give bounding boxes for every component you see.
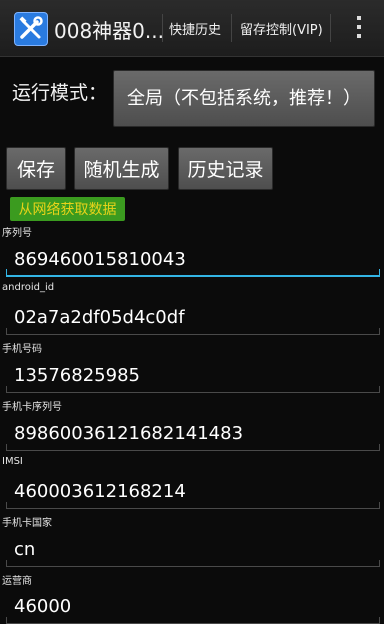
app-title: 008神器0... xyxy=(54,19,164,43)
operator-label: 运营商 xyxy=(2,576,32,587)
sim-country-label: 手机卡国家 xyxy=(2,518,52,529)
wrench-screwdriver-icon xyxy=(19,16,43,39)
quick-history-action[interactable]: 快捷历史 xyxy=(169,19,221,38)
imsi-input[interactable]: 460003612168214 xyxy=(6,475,380,509)
sim-country-input[interactable]: cn xyxy=(6,533,380,567)
run-mode-label: 运行模式： xyxy=(12,82,108,104)
imsi-value: 460003612168214 xyxy=(14,481,186,502)
run-mode-spinner[interactable]: 全局（不包括系统，推荐！） xyxy=(113,70,375,127)
phone-number-label: 手机号码 xyxy=(2,344,42,355)
history-button[interactable]: 历史记录 xyxy=(178,147,273,190)
action-bar: 008神器0... 快捷历史 留存控制(VIP) xyxy=(0,0,384,57)
retention-control-action[interactable]: 留存控制(VIP) xyxy=(240,19,323,38)
sim-serial-input[interactable]: 89860036121682141483 xyxy=(6,417,380,451)
serial-number-value: 869460015810043 xyxy=(14,249,186,270)
action-divider xyxy=(330,14,331,42)
operator-input[interactable]: 46000 xyxy=(6,590,380,624)
save-button[interactable]: 保存 xyxy=(6,147,66,190)
action-divider xyxy=(162,14,163,42)
sim-serial-value: 89860036121682141483 xyxy=(14,423,244,444)
phone-number-input[interactable]: 13576825985 xyxy=(6,359,380,393)
operator-value: 46000 xyxy=(14,596,72,617)
android-id-value: 02a7a2df05d4c0df xyxy=(14,307,185,328)
imsi-label: IMSI xyxy=(2,456,23,467)
sim-country-value: cn xyxy=(14,539,36,560)
overflow-menu-icon[interactable] xyxy=(354,16,364,42)
fetch-from-network-button[interactable]: 从网络获取数据 xyxy=(10,197,125,221)
android-id-label: android_id xyxy=(2,282,55,293)
phone-number-value: 13576825985 xyxy=(14,365,140,386)
action-divider xyxy=(231,14,232,42)
app-icon[interactable] xyxy=(14,12,48,46)
android-id-input[interactable]: 02a7a2df05d4c0df xyxy=(6,301,380,335)
serial-number-label: 序列号 xyxy=(2,228,32,239)
sim-serial-label: 手机卡序列号 xyxy=(2,402,62,413)
serial-number-input[interactable]: 869460015810043 xyxy=(6,243,380,277)
random-generate-button[interactable]: 随机生成 xyxy=(74,147,169,190)
